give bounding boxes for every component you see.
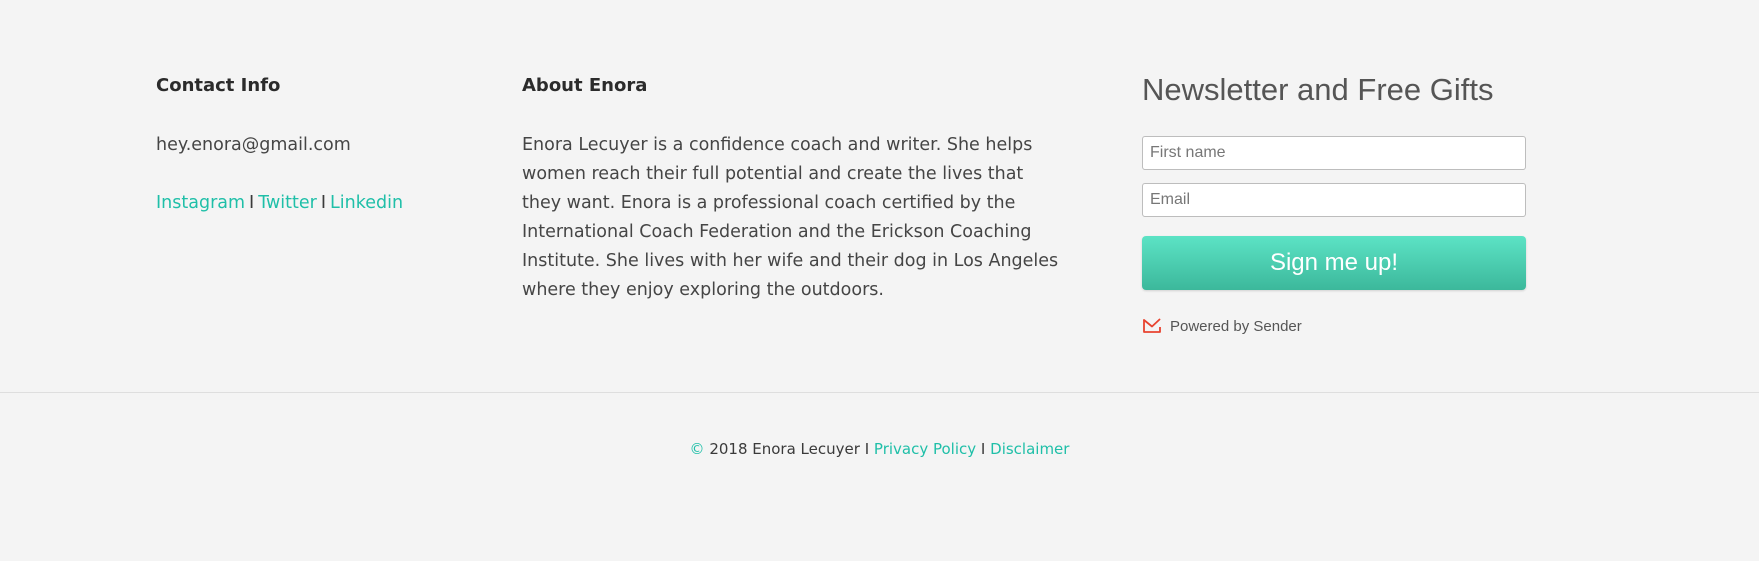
- privacy-policy-link[interactable]: Privacy Policy: [874, 440, 976, 458]
- linkedin-link[interactable]: Linkedin: [330, 193, 403, 213]
- email-input[interactable]: [1142, 183, 1526, 217]
- newsletter-title: Newsletter and Free Gifts: [1142, 72, 1494, 107]
- copyright-symbol: ©: [689, 440, 705, 458]
- copyright-separator: I: [864, 440, 870, 458]
- powered-by-text: Powered by Sender: [1170, 317, 1302, 335]
- social-separator: I: [320, 193, 327, 213]
- sign-me-up-button[interactable]: Sign me up!: [1142, 236, 1526, 290]
- copyright-text: 2018 Enora Lecuyer: [709, 440, 860, 458]
- contact-info-title: Contact Info: [156, 75, 281, 96]
- social-separator: I: [249, 193, 255, 213]
- about-title: About Enora: [522, 75, 648, 96]
- footer-widgets: Contact Info hey.enora@gmail.com Instagr…: [0, 0, 1759, 392]
- instagram-link[interactable]: Instagram: [156, 193, 245, 213]
- contact-email: hey.enora@gmail.com: [156, 135, 351, 155]
- first-name-input[interactable]: [1142, 136, 1526, 170]
- envelope-check-icon: [1142, 318, 1162, 334]
- footer-divider: [0, 392, 1759, 393]
- powered-by-sender[interactable]: Powered by Sender: [1142, 316, 1302, 336]
- disclaimer-link[interactable]: Disclaimer: [990, 440, 1069, 458]
- twitter-link[interactable]: Twitter: [258, 193, 317, 213]
- social-links: Instagram I Twitter I Linkedin: [156, 189, 403, 218]
- copyright-separator: I: [980, 440, 986, 458]
- copyright-bar: © 2018 Enora Lecuyer I Privacy Policy I …: [0, 438, 1759, 460]
- about-text: Enora Lecuyer is a confidence coach and …: [522, 135, 1059, 300]
